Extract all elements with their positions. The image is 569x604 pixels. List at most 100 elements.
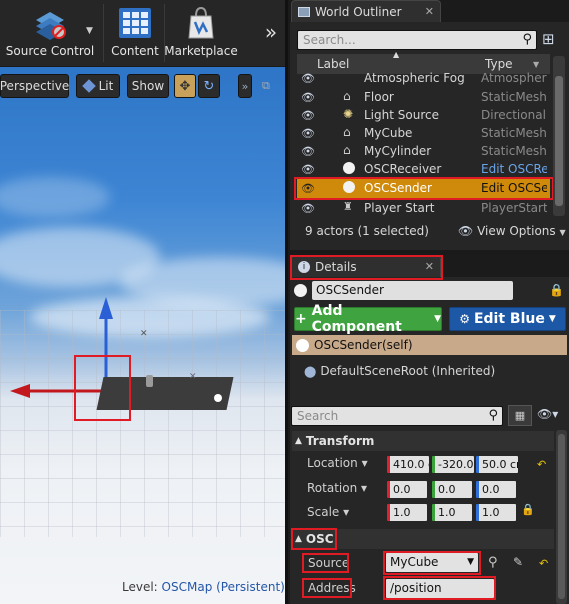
marketplace-bag-icon	[183, 6, 219, 40]
actor-count-status: 9 actors (1 selected)	[305, 224, 429, 238]
row-label: Light Source	[364, 108, 439, 122]
edit-blueprint-button[interactable]: ⚙ Edit Blue ▼	[449, 307, 566, 331]
chevron-down-icon: ▼	[434, 314, 441, 324]
component-self-row[interactable]: OSCSender(self)	[292, 335, 567, 355]
edit-blueprint-label: Edit Blue	[473, 311, 545, 327]
source-dropdown-highlight-box	[383, 551, 481, 575]
row-label: MyCube	[364, 126, 413, 140]
chevron-down-icon: ▼	[559, 228, 566, 237]
cylinder-mesh[interactable]	[146, 375, 153, 387]
details-scrollbar[interactable]	[556, 430, 567, 604]
level-name: OSCMap (Persistent)	[161, 580, 285, 594]
transform-title: Transform	[305, 434, 375, 448]
osc-section-highlight-box	[291, 528, 337, 550]
static-mesh-icon: ⌂	[343, 125, 351, 139]
actor-sphere-icon	[296, 338, 309, 352]
address-label-highlight-box	[302, 578, 352, 598]
source-control-button[interactable]: Source Control	[0, 0, 100, 64]
outliner-row-mycylinder[interactable]: 👁 ⌂ MyCylinder StaticMeshA	[297, 142, 550, 160]
reset-arrow-icon[interactable]: ↶	[537, 458, 546, 471]
scale-z-field[interactable]: 1.0	[476, 504, 516, 521]
edit-blueprint-link[interactable]: Edit OSCRe	[481, 162, 547, 176]
visibility-eye-icon[interactable]: 👁	[301, 202, 317, 215]
row-type: StaticMeshA	[481, 126, 547, 140]
outliner-search-input[interactable]: Search... ⚲	[297, 30, 537, 50]
visibility-eye-icon[interactable]: 👁	[301, 91, 317, 104]
light-source-icon[interactable]: ✕	[140, 329, 148, 339]
lock-icon[interactable]: 🔒	[549, 283, 564, 297]
outliner-row-floor[interactable]: 👁 ⌂ Floor StaticMeshA	[297, 88, 550, 106]
rotation-x-field[interactable]: 0.0	[387, 481, 427, 498]
visibility-eye-icon[interactable]: 👁	[301, 127, 317, 140]
component-root-row[interactable]: ⬤ DefaultSceneRoot (Inherited)	[304, 364, 495, 378]
type-column-header[interactable]: Type	[485, 57, 513, 71]
blueprint-actor-icon	[343, 162, 355, 174]
location-z-field[interactable]: 50.0 cr	[476, 456, 518, 473]
content-button[interactable]: Content	[106, 0, 164, 64]
add-actor-icon[interactable]: ⊞	[542, 30, 555, 48]
rotation-text: Rotation	[307, 481, 358, 495]
plus-icon: +	[295, 311, 307, 327]
row-type: StaticMeshA	[481, 90, 547, 104]
view-options-button[interactable]: 👁 View Options ▼	[458, 224, 566, 238]
source-control-dropdown-icon[interactable]: ▼	[86, 26, 93, 36]
player-start-icon: ♜	[343, 200, 353, 213]
rotation-label[interactable]: Rotation ▾	[307, 481, 367, 495]
static-mesh-icon: ⌂	[343, 89, 351, 103]
chevron-down-icon: ▼	[548, 314, 556, 324]
outliner-row-oscreceiver[interactable]: 👁 OSCReceiver Edit OSCRe	[297, 160, 550, 178]
toolbar-more-button[interactable]: »	[258, 14, 284, 50]
browse-search-icon[interactable]: ⚲	[488, 555, 498, 570]
visibility-eye-icon[interactable]: 👁	[301, 72, 317, 85]
location-text: Location	[307, 456, 358, 470]
outliner-scrollbar[interactable]	[553, 56, 565, 216]
outliner-row-light-source[interactable]: 👁 ✺ Light Source DirectionalLi	[297, 106, 550, 124]
address-field-highlight-box	[383, 576, 496, 600]
blueprint-gear-icon: ⚙	[459, 312, 470, 326]
outliner-search-placeholder: Search...	[303, 33, 356, 47]
view-options-label: View Options	[477, 224, 556, 238]
details-tab-highlight-box	[290, 255, 443, 280]
outliner-row-player-start[interactable]: 👁 ♜ Player Start PlayerStart	[297, 199, 550, 217]
scale-y-field[interactable]: 1.0	[432, 504, 472, 521]
column-options-icon[interactable]: ▼	[533, 60, 539, 69]
location-y-field[interactable]: -320.0	[432, 456, 474, 473]
label-column-header[interactable]: Label	[317, 57, 349, 71]
visibility-filter-icon[interactable]: 👁▾	[537, 407, 558, 421]
outliner-row-atmospheric-fog[interactable]: 👁 Atmospheric Fog Atmospheric	[297, 70, 550, 86]
outliner-row-mycube[interactable]: 👁 ⌂ MyCube StaticMeshA	[297, 124, 550, 142]
component-root-label: DefaultSceneRoot (Inherited)	[320, 364, 496, 378]
world-outliner-tab[interactable]: World Outliner ✕	[291, 0, 441, 22]
actor-name-field[interactable]: OSCSender	[312, 281, 513, 300]
gizmo-highlight-box	[74, 355, 131, 421]
receiver-sphere[interactable]	[214, 394, 222, 402]
rotation-y-field[interactable]: 0.0	[432, 481, 472, 498]
row-type: PlayerStart	[481, 201, 547, 215]
level-viewport[interactable]: Perspective Lit Show ✥ ↻ » ⧉ ✕ ✕ Level: …	[0, 67, 285, 604]
location-label[interactable]: Location ▾	[307, 456, 368, 470]
location-x-field[interactable]: 410.0 c	[387, 456, 429, 473]
property-matrix-icon[interactable]: ▦	[508, 405, 532, 426]
actor-sphere-icon	[294, 284, 307, 297]
transform-section-header[interactable]: ▲ Transform	[292, 431, 554, 451]
scale-label[interactable]: Scale ▾	[307, 505, 349, 519]
eyedropper-icon[interactable]: ✎	[513, 555, 523, 569]
scale-x-field[interactable]: 1.0	[387, 504, 427, 521]
scale-lock-icon[interactable]: 🔒	[521, 503, 535, 516]
source-label-highlight-box	[302, 553, 349, 573]
add-component-button[interactable]: + Add Component ▼	[294, 303, 442, 335]
details-search-input[interactable]: Search ⚲	[291, 406, 503, 426]
marketplace-label: Marketplace	[164, 44, 238, 58]
close-icon[interactable]: ✕	[425, 5, 434, 18]
visibility-eye-icon[interactable]: 👁	[301, 145, 317, 158]
level-prefix: Level:	[122, 580, 158, 594]
visibility-eye-icon[interactable]: 👁	[301, 163, 317, 176]
rotation-z-field[interactable]: 0.0	[476, 481, 516, 498]
chevron-right-icon: »	[264, 20, 278, 44]
visibility-eye-icon[interactable]: 👁	[301, 109, 317, 122]
marketplace-button[interactable]: Marketplace	[164, 0, 238, 64]
reset-arrow-icon[interactable]: ↶	[539, 557, 548, 570]
row-label: OSCReceiver	[364, 162, 442, 176]
player-start-icon[interactable]: ✕	[189, 372, 197, 382]
sort-arrow-icon[interactable]: ▲	[393, 50, 399, 59]
